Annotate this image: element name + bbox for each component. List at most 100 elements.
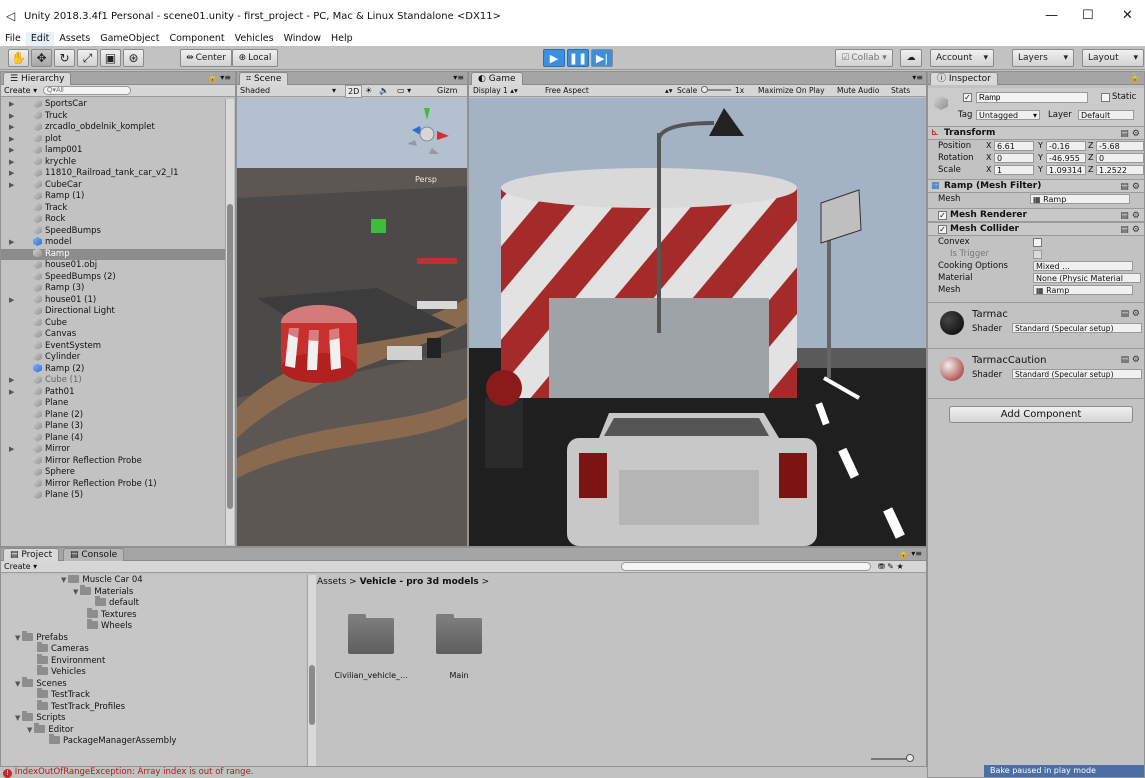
rotate-tool-icon[interactable]: ↻ bbox=[54, 49, 75, 67]
hierarchy-item[interactable]: Plane (5) bbox=[1, 490, 227, 502]
menu-component[interactable]: Component bbox=[164, 32, 229, 46]
hierarchy-item[interactable]: Ramp bbox=[1, 248, 227, 260]
transform-y-field[interactable]: 1.09314 bbox=[1046, 165, 1086, 175]
expand-arrow-icon[interactable]: ▶ bbox=[9, 295, 14, 307]
audio-toggle-icon[interactable]: 🔈 bbox=[379, 85, 389, 96]
game-viewport[interactable] bbox=[469, 98, 926, 546]
project-folder-item[interactable]: Cameras bbox=[1, 642, 306, 656]
expand-arrow-icon[interactable]: ▶ bbox=[9, 237, 14, 249]
asset-folder[interactable]: Main bbox=[419, 614, 499, 680]
pivot-center-toggle[interactable]: ⇹ Center bbox=[180, 49, 232, 67]
material-settings-icon[interactable]: ▤ ⚙ bbox=[1121, 309, 1140, 319]
hierarchy-create-button[interactable]: Create ▾ bbox=[4, 85, 37, 96]
scale-tool-icon[interactable]: ⤢ bbox=[77, 49, 98, 67]
project-folder-item[interactable]: ▼ Muscle Car 04 bbox=[1, 575, 306, 587]
project-folder-item[interactable]: TestTrack_Profiles bbox=[1, 699, 306, 714]
project-folder-item[interactable]: ▼ Materials bbox=[1, 584, 306, 599]
collider-material-field[interactable]: None (Physic Material bbox=[1033, 273, 1141, 283]
menu-file[interactable]: File bbox=[0, 32, 26, 46]
hierarchy-item[interactable]: Cube bbox=[1, 317, 227, 330]
expand-arrow-icon[interactable]: ▶ bbox=[9, 375, 14, 387]
transform-z-field[interactable]: -5.68 bbox=[1096, 141, 1144, 151]
hierarchy-item[interactable]: Ramp (3) bbox=[1, 283, 227, 295]
project-tree-scrollbar[interactable] bbox=[307, 575, 316, 766]
expand-arrow-icon[interactable]: ▶ bbox=[9, 387, 14, 399]
stats-toggle[interactable]: Stats bbox=[891, 85, 910, 96]
zoom-slider-thumb[interactable] bbox=[906, 754, 914, 762]
mesh-renderer-enabled-checkbox[interactable] bbox=[938, 211, 947, 220]
project-folder-item[interactable]: Vehicles bbox=[1, 665, 306, 679]
shading-mode-dropdown[interactable]: Shaded bbox=[240, 85, 270, 96]
project-search-input[interactable] bbox=[621, 562, 871, 571]
transform-x-field[interactable]: 6.61 bbox=[994, 141, 1034, 151]
hierarchy-item[interactable]: Ramp (2) bbox=[1, 363, 227, 376]
move-tool-icon[interactable]: ✥ bbox=[31, 49, 52, 67]
project-folder-item[interactable]: ▼ Prefabs bbox=[1, 630, 306, 645]
collider-mesh-field[interactable]: ▦ Ramp bbox=[1033, 285, 1133, 295]
minimize-button[interactable]: — bbox=[1045, 8, 1058, 23]
project-folder-item[interactable]: ▼ Scenes bbox=[1, 676, 306, 691]
hierarchy-search-input[interactable] bbox=[43, 86, 131, 95]
expand-arrow-icon[interactable]: ▶ bbox=[9, 99, 14, 111]
layout-dropdown[interactable]: Layout ▾ bbox=[1082, 49, 1144, 67]
cloud-icon[interactable]: ☁ bbox=[900, 49, 922, 67]
breadcrumb-assets[interactable]: Assets bbox=[317, 577, 346, 587]
layers-dropdown[interactable]: Layers ▾ bbox=[1012, 49, 1074, 67]
transform-z-field[interactable]: 1.2522 bbox=[1096, 165, 1144, 175]
hierarchy-item[interactable]: SpeedBumps bbox=[1, 225, 227, 238]
menu-edit[interactable]: Edit bbox=[25, 32, 55, 46]
filter-icons[interactable]: ⛃ ✎ ★ bbox=[878, 561, 904, 572]
hierarchy-item[interactable]: Mirror Reflection Probe bbox=[1, 455, 227, 468]
hierarchy-item[interactable]: Track bbox=[1, 202, 227, 215]
hierarchy-item[interactable]: ▶ 11810_Railroad_tank_car_v2_l1 bbox=[1, 168, 227, 180]
panel-menu-icon[interactable]: 🔒 ▾≡ bbox=[208, 73, 231, 82]
mesh-filter-mesh-field[interactable]: ▦ Ramp bbox=[1030, 194, 1130, 204]
status-bar[interactable]: ! IndexOutOfRangeException: Array index … bbox=[0, 767, 927, 778]
hierarchy-item[interactable]: EventSystem bbox=[1, 340, 227, 353]
expand-arrow-icon[interactable]: ▶ bbox=[9, 122, 14, 134]
convex-checkbox[interactable] bbox=[1033, 238, 1042, 247]
asset-folder[interactable]: Civilian_vehicle_... bbox=[331, 614, 411, 680]
scale-slider-thumb[interactable] bbox=[701, 86, 708, 93]
tab-scene[interactable]: ⌗ Scene bbox=[239, 72, 289, 85]
transform-x-field[interactable]: 0 bbox=[994, 153, 1034, 163]
hierarchy-item[interactable]: Plane bbox=[1, 398, 227, 410]
tab-console[interactable]: ▤ Console bbox=[63, 548, 125, 561]
menu-help[interactable]: Help bbox=[326, 32, 358, 46]
hierarchy-item[interactable]: Ramp (1) bbox=[1, 191, 227, 203]
hierarchy-item[interactable]: ▶ Path01 bbox=[1, 386, 227, 399]
account-dropdown[interactable]: Account ▾ bbox=[930, 49, 994, 67]
project-folder-item[interactable]: ▼ Editor bbox=[1, 722, 306, 737]
project-folder-item[interactable]: TestTrack bbox=[1, 688, 306, 702]
project-tree-scroll-thumb[interactable] bbox=[309, 665, 315, 725]
scene-viewport[interactable]: Persp bbox=[237, 98, 467, 546]
hierarchy-item[interactable]: Mirror Reflection Probe (1) bbox=[1, 478, 227, 491]
hierarchy-item[interactable]: Canvas bbox=[1, 329, 227, 341]
aspect-dropdown[interactable]: Free Aspect bbox=[545, 85, 589, 96]
mesh-collider-header[interactable]: Mesh Collider▤ ⚙ bbox=[928, 222, 1144, 236]
folder-expand-icon[interactable]: ▼ bbox=[15, 714, 20, 722]
mute-audio-toggle[interactable]: Mute Audio bbox=[837, 85, 879, 96]
rect-tool-icon[interactable]: ▣ bbox=[100, 49, 121, 67]
hierarchy-item[interactable]: ▶ model bbox=[1, 237, 227, 249]
expand-arrow-icon[interactable]: ▶ bbox=[9, 111, 14, 123]
hierarchy-item[interactable]: Sphere bbox=[1, 467, 227, 479]
mesh-renderer-header[interactable]: Mesh Renderer▤ ⚙ bbox=[928, 208, 1144, 222]
menu-assets[interactable]: Assets bbox=[54, 32, 95, 46]
hierarchy-item[interactable]: ▶ house01 (1) bbox=[1, 294, 227, 307]
static-checkbox[interactable] bbox=[1101, 93, 1110, 102]
expand-arrow-icon[interactable]: ▶ bbox=[9, 180, 14, 192]
transform-tool-icon[interactable]: ⊛ bbox=[123, 49, 144, 67]
material-settings-icon[interactable]: ▤ ⚙ bbox=[1121, 355, 1140, 365]
hierarchy-item[interactable]: ▶ SportsCar bbox=[1, 99, 227, 111]
expand-arrow-icon[interactable]: ▶ bbox=[9, 134, 14, 146]
breadcrumb-current[interactable]: Vehicle - pro 3d models bbox=[360, 577, 479, 587]
tab-hierarchy[interactable]: ☰ Hierarchy bbox=[3, 72, 72, 85]
hierarchy-item[interactable]: ▶ zrcadlo_obdelnik_komplet bbox=[1, 122, 227, 134]
folder-expand-icon[interactable]: ▼ bbox=[27, 726, 32, 734]
hierarchy-item[interactable]: ▶ Mirror bbox=[1, 444, 227, 456]
menu-vehicles[interactable]: Vehicles bbox=[230, 32, 279, 46]
maximize-button[interactable]: ☐ bbox=[1082, 8, 1094, 23]
hierarchy-item[interactable]: Plane (3) bbox=[1, 421, 227, 433]
project-create-button[interactable]: Create ▾ bbox=[4, 561, 37, 572]
